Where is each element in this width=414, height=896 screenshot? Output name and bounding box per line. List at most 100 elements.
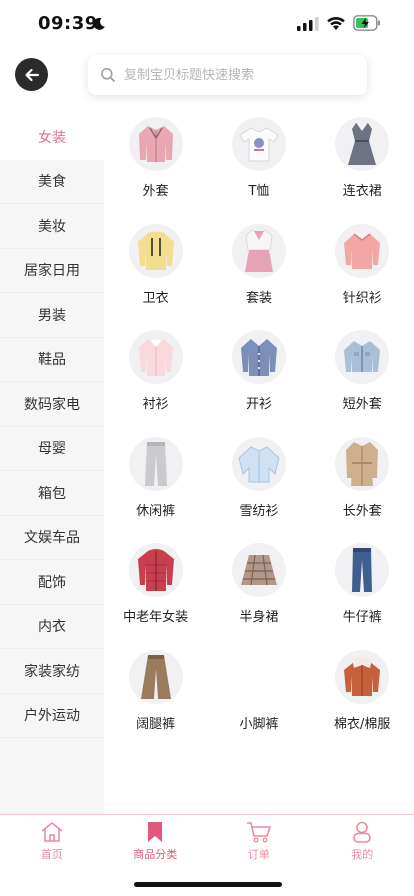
sidebar-item-accessories[interactable]: 配饰: [0, 560, 104, 605]
category-item-knit-sweater[interactable]: 针织衫: [311, 222, 414, 329]
category-item-coat[interactable]: 外套: [104, 115, 207, 222]
category-item-jeans[interactable]: 牛仔裤: [311, 541, 414, 648]
tab-label: 商品分类: [133, 848, 178, 861]
pink-jacket-icon: [128, 117, 183, 171]
sidebar-item-label: 女装: [38, 129, 66, 146]
arrow-left-icon: [24, 68, 39, 81]
category-item-dress[interactable]: 连衣裙: [311, 115, 414, 222]
sidebar-item-men-clothing[interactable]: 男装: [0, 293, 104, 338]
sidebar-item-label: 母婴: [38, 441, 66, 458]
sidebar-item-label: 居家日用: [24, 263, 80, 280]
yellow-hoodie-icon: [128, 223, 183, 278]
category-label: 连衣裙: [342, 184, 382, 199]
tab-profile[interactable]: 我的: [311, 815, 414, 896]
category-label: 长外套: [342, 503, 382, 519]
sidebar-item-outdoor-sports[interactable]: 户外运动: [0, 694, 104, 738]
sidebar-item-beauty[interactable]: 美妆: [0, 204, 104, 249]
category-sidebar: 女装 美食 美妆 居家日用 男装 鞋品 数码家电 母婴 箱包 文娱车品 配饰 内…: [0, 115, 104, 815]
sidebar-item-bags[interactable]: 箱包: [0, 471, 104, 516]
category-item-cotton-coat[interactable]: 棉衣/棉服: [311, 648, 414, 755]
category-label: 休闲裤: [136, 503, 176, 519]
category-label: 卫衣: [142, 290, 169, 306]
sidebar-item-entertainment-auto[interactable]: 文娱车品: [0, 516, 104, 560]
category-label: 短外套: [342, 397, 382, 412]
black-skinny-pants-icon: [231, 649, 286, 704]
category-item-skinny-pants[interactable]: 小脚裤: [207, 648, 310, 755]
search-input[interactable]: [124, 67, 354, 83]
category-label: 半身裙: [239, 610, 279, 625]
search-bar[interactable]: [88, 55, 367, 95]
sidebar-item-label: 配饰: [38, 574, 66, 591]
blue-jeans-icon: [335, 543, 390, 597]
white-tshirt-icon: [231, 117, 286, 171]
sidebar-item-label: 文娱车品: [24, 530, 80, 547]
tab-home[interactable]: 首页: [0, 815, 104, 896]
pink-shirt-icon: [128, 330, 183, 384]
home-indicator: [134, 882, 282, 887]
category-item-skirt[interactable]: 半身裙: [207, 541, 310, 648]
denim-jacket-icon: [335, 330, 390, 384]
grey-dress-icon: [335, 117, 390, 171]
category-label: 雪纺衫: [239, 503, 279, 519]
category-label: 外套: [142, 184, 169, 199]
status-bar: 09:39: [0, 0, 414, 50]
category-label: 套装: [245, 290, 272, 306]
home-icon: [41, 822, 63, 842]
light-blue-chiffon-blouse-icon: [231, 436, 286, 491]
tab-label: 我的: [351, 848, 374, 861]
category-item-hoodie[interactable]: 卫衣: [104, 222, 207, 329]
subcategory-grid: 外套 T恤 连衣裙 卫衣 套装 针织衫 衬衫 开衫 短外套 休闲裤 雪纺衫 长外…: [104, 115, 414, 754]
sidebar-item-label: 内衣: [38, 619, 66, 636]
sidebar-item-household[interactable]: 居家日用: [0, 249, 104, 293]
category-item-middle-aged-women[interactable]: 中老年女装: [104, 541, 207, 648]
sidebar-item-home-textiles[interactable]: 家装家纺: [0, 649, 104, 694]
sidebar-item-label: 家装家纺: [24, 663, 80, 680]
category-item-chiffon-blouse[interactable]: 雪纺衫: [207, 435, 310, 542]
category-label: 阔腿裤: [136, 716, 176, 732]
red-padded-coat-icon: [128, 543, 183, 597]
moon-icon: [93, 17, 105, 30]
sidebar-item-label: 美妆: [38, 218, 66, 235]
search-icon: [101, 68, 115, 82]
sidebar-item-shoes[interactable]: 鞋品: [0, 338, 104, 382]
category-item-cardigan[interactable]: 开衫: [207, 328, 310, 435]
category-item-shirt[interactable]: 衬衫: [104, 328, 207, 435]
category-label: 针织衫: [342, 290, 382, 306]
sidebar-item-label: 户外运动: [24, 708, 80, 725]
sidebar-item-electronics[interactable]: 数码家电: [0, 382, 104, 427]
cellular-signal-icon: [297, 17, 319, 31]
category-item-tshirt[interactable]: T恤: [207, 115, 310, 222]
sidebar-item-label: 美食: [38, 174, 66, 191]
back-button[interactable]: [15, 58, 48, 91]
category-item-long-coat[interactable]: 长外套: [311, 435, 414, 542]
category-label: 衬衫: [142, 397, 169, 412]
category-item-outfit-set[interactable]: 套装: [207, 222, 310, 329]
sidebar-item-label: 鞋品: [38, 352, 66, 369]
category-item-wide-leg-pants[interactable]: 阔腿裤: [104, 648, 207, 755]
category-item-casual-pants[interactable]: 休闲裤: [104, 435, 207, 542]
shopping-cart-icon: [246, 822, 271, 843]
category-item-short-jacket[interactable]: 短外套: [311, 328, 414, 435]
sidebar-item-label: 男装: [38, 307, 66, 324]
sidebar-item-label: 箱包: [38, 485, 66, 502]
category-label: 中老年女装: [123, 610, 189, 625]
category-label: 开衫: [245, 397, 272, 412]
category-label: 牛仔裤: [342, 610, 382, 625]
grey-pants-icon: [128, 436, 183, 491]
status-time: 09:39: [38, 13, 98, 34]
user-icon: [353, 821, 372, 843]
pink-knit-sweater-icon: [335, 223, 390, 278]
sidebar-item-women-clothing[interactable]: 女装: [0, 115, 104, 160]
brown-wide-leg-pants-icon: [128, 649, 183, 704]
tab-label: 订单: [247, 848, 270, 861]
category-label: 棉衣/棉服: [334, 716, 391, 732]
pink-outfit-set-icon: [231, 223, 286, 278]
bookmark-icon: [148, 822, 163, 842]
beige-trench-coat-icon: [335, 436, 390, 491]
sidebar-item-baby[interactable]: 母婴: [0, 427, 104, 471]
sidebar-item-label: 数码家电: [24, 396, 80, 413]
sidebar-item-food[interactable]: 美食: [0, 160, 104, 204]
sidebar-item-underwear[interactable]: 内衣: [0, 605, 104, 649]
category-label: T恤: [248, 184, 270, 199]
tab-label: 首页: [40, 848, 63, 861]
